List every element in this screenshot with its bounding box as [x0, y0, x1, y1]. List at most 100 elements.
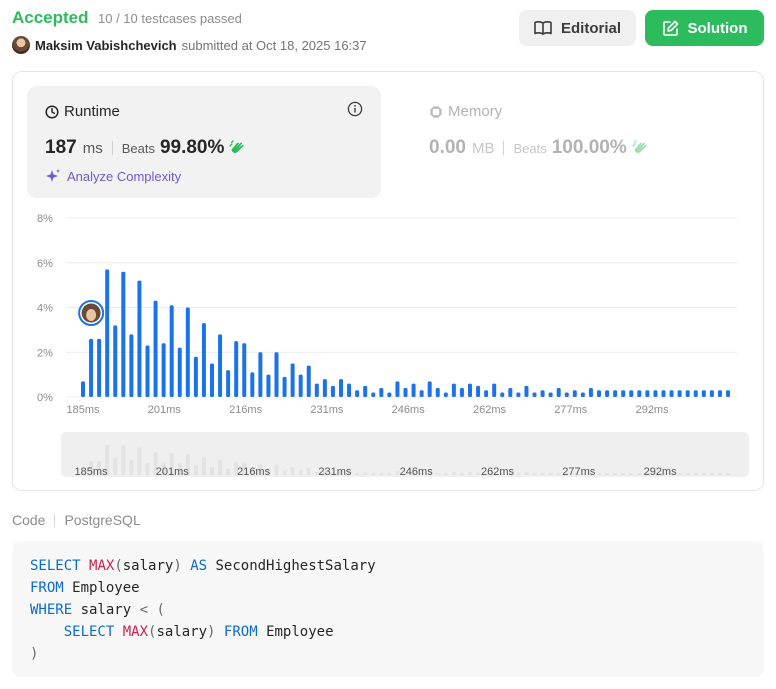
chart-bar[interactable] — [314, 383, 319, 397]
chart-bar[interactable] — [613, 390, 618, 397]
chart-bar[interactable] — [363, 385, 368, 397]
chart-bar[interactable] — [161, 343, 166, 397]
chart-bar[interactable] — [274, 352, 279, 397]
chart-bar[interactable] — [516, 392, 521, 397]
chart-bar[interactable] — [129, 334, 134, 397]
chart-bar[interactable] — [532, 392, 537, 397]
navigator-bar — [459, 472, 464, 475]
chart-bar[interactable] — [411, 383, 416, 397]
chart-bar[interactable] — [540, 390, 545, 397]
avatar[interactable] — [12, 36, 30, 54]
solution-button[interactable]: Solution — [645, 10, 764, 46]
navigator-bar — [685, 473, 690, 475]
chart-bar[interactable] — [250, 372, 255, 397]
chart-bar[interactable] — [451, 383, 456, 397]
chart-bar[interactable] — [580, 392, 585, 397]
chart-bar[interactable] — [226, 370, 231, 397]
chart-bar[interactable] — [468, 383, 472, 397]
chart-bar[interactable] — [339, 379, 343, 397]
chart-bar[interactable] — [459, 388, 464, 397]
chart-bar[interactable] — [201, 323, 206, 397]
chart-bar[interactable] — [347, 383, 352, 397]
chart-bar[interactable] — [89, 338, 94, 397]
chart-bar[interactable] — [661, 390, 666, 397]
chart-bar[interactable] — [258, 352, 263, 397]
chart-bar[interactable] — [588, 388, 593, 397]
chart-bar[interactable] — [685, 390, 690, 397]
chart-bar[interactable] — [693, 390, 698, 397]
chart-bar[interactable] — [492, 383, 497, 397]
chart-bar[interactable] — [81, 381, 85, 397]
chart-bar[interactable] — [379, 388, 384, 397]
chart-bar[interactable] — [717, 390, 722, 397]
your-runtime-marker[interactable] — [78, 300, 105, 326]
chart-bar[interactable] — [508, 388, 513, 397]
chart-bar[interactable] — [524, 385, 529, 397]
chart-bar[interactable] — [572, 390, 577, 397]
chart-bar[interactable] — [419, 390, 424, 397]
chart-bar[interactable] — [427, 381, 432, 397]
chart-bar[interactable] — [645, 390, 650, 397]
info-icon[interactable] — [347, 101, 363, 117]
chart-bar[interactable] — [387, 392, 392, 397]
chart-bar[interactable] — [621, 390, 626, 397]
navigator-bar — [387, 473, 392, 475]
chart-bar[interactable] — [322, 379, 327, 397]
chart-bar[interactable] — [653, 390, 658, 397]
chart-bar[interactable] — [605, 390, 610, 397]
chart-bar[interactable] — [177, 347, 182, 397]
chart-bar[interactable] — [153, 300, 158, 397]
chart-bar[interactable] — [443, 392, 448, 397]
chart-bar[interactable] — [669, 390, 674, 397]
chart-bar[interactable] — [726, 390, 730, 397]
chart-bar[interactable] — [185, 307, 190, 398]
chart-bar[interactable] — [169, 305, 174, 397]
editorial-button[interactable]: Editorial — [519, 10, 636, 46]
chart-bar[interactable] — [97, 338, 102, 397]
runtime-title-text: Runtime — [64, 103, 120, 120]
chart-bar[interactable] — [210, 363, 214, 397]
chart-bar[interactable] — [395, 381, 400, 397]
chart-bar[interactable] — [282, 376, 287, 397]
chart-bar[interactable] — [137, 280, 142, 397]
chart-bar[interactable] — [330, 385, 335, 397]
chart-bar[interactable] — [403, 388, 408, 397]
chart-bar[interactable] — [242, 343, 247, 397]
code-language: PostgreSQL — [64, 512, 141, 528]
username-link[interactable]: Maksim Vabishchevich — [35, 38, 177, 53]
chart-bar[interactable] — [371, 392, 376, 397]
chart-bar[interactable] — [290, 363, 295, 397]
chart-bar[interactable] — [677, 390, 682, 397]
chart-bar[interactable] — [121, 271, 126, 397]
chart-bar[interactable] — [548, 392, 553, 397]
analyze-complexity-button[interactable]: Analyze Complexity — [45, 168, 181, 184]
chart-bar[interactable] — [306, 365, 311, 397]
chart-bar[interactable] — [266, 374, 271, 397]
memory-card[interactable]: Memory 0.00 MB Beats 100.00% — [411, 86, 711, 198]
navigator-bar — [210, 467, 214, 475]
chart-bar[interactable] — [145, 345, 150, 397]
chart-bar[interactable] — [355, 390, 360, 397]
chart-bar[interactable] — [298, 374, 303, 397]
chart-bar[interactable] — [476, 385, 481, 397]
chart-bar[interactable] — [629, 390, 634, 397]
chart-bar[interactable] — [701, 390, 706, 397]
navigator-bar — [548, 473, 553, 475]
chart-bar[interactable] — [105, 269, 110, 397]
chart-bar[interactable] — [113, 325, 118, 397]
chart-bar[interactable] — [193, 356, 198, 397]
chart-bar[interactable] — [234, 341, 239, 397]
chart-bar[interactable] — [484, 390, 489, 397]
chart-bar[interactable] — [564, 392, 569, 397]
x-tick-label: 262ms — [473, 404, 507, 416]
chart-bar[interactable] — [500, 392, 505, 397]
navigator-bar — [726, 473, 730, 475]
chart-bar[interactable] — [435, 388, 440, 397]
chart-bar[interactable] — [597, 390, 601, 397]
runtime-card[interactable]: Runtime 187 ms Beats 99.80% Analyze Comp… — [27, 86, 381, 198]
chart-bar[interactable] — [709, 390, 714, 397]
chart-bar[interactable] — [556, 388, 561, 397]
chart-bar[interactable] — [637, 390, 642, 397]
code-block[interactable]: SELECT MAX(salary) AS SecondHighestSalar… — [12, 541, 764, 677]
chart-bar[interactable] — [218, 334, 223, 397]
